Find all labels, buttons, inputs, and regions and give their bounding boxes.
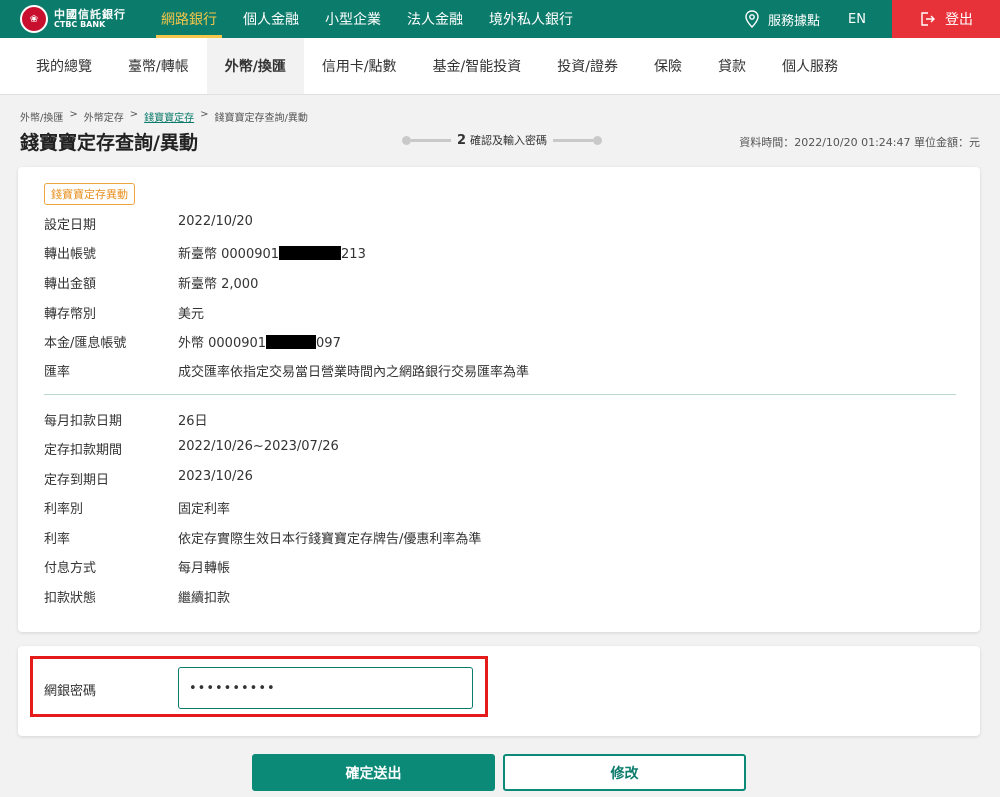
topnav-corporate[interactable]: 法人金融 [394, 0, 476, 38]
brand-name-zh: 中國信託銀行 [54, 8, 126, 22]
breadcrumb-separator: > [69, 109, 78, 120]
logout-label: 登出 [945, 12, 973, 28]
top-nav: 網路銀行 個人金融 小型企業 法人金融 境外私人銀行 [148, 0, 586, 38]
row-value: 26日 [178, 414, 208, 429]
row-label: 轉出金額 [44, 277, 97, 292]
step-line [553, 138, 594, 142]
page-title: 錢寶寶定存查詢/異動 [20, 132, 198, 154]
detail-row: 本金/匯息帳號 外幣 0000901 097 [44, 332, 341, 351]
subnav-securities[interactable]: 投資/證券 [539, 38, 636, 94]
account-prefix: 新臺幣 0000901 [178, 247, 280, 262]
row-value: 成交匯率依指定交易當日營業時間內之網路銀行交易匯率為準 [178, 365, 530, 380]
top-navbar: ❀ 中國信託銀行 CTBC BANK 網路銀行 個人金融 小型企業 法人金融 境… [0, 0, 1000, 38]
row-value: 繼續扣款 [178, 591, 231, 606]
highlight-box [30, 656, 488, 717]
detail-row: 定存扣款期間 2022/10/26~2023/07/26 [44, 439, 339, 458]
branches-label: 服務據點 [768, 13, 821, 29]
row-label: 匯率 [44, 365, 71, 380]
breadcrumb-item: 外幣定存 [83, 113, 124, 124]
subnav-overview[interactable]: 我的總覽 [18, 38, 110, 94]
language-toggle[interactable]: EN [848, 12, 866, 27]
edit-button[interactable]: 修改 [503, 754, 746, 791]
section-tag: 錢寶寶定存異動 [44, 183, 135, 205]
detail-row: 匯率 成交匯率依指定交易當日營業時間內之網路銀行交易匯率為準 [44, 361, 529, 380]
location-pin-icon [745, 10, 759, 28]
detail-row: 利率別 固定利率 [44, 498, 230, 517]
data-timestamp: 資料時間：2022/10/20 01:24:47 單位金額：元 [739, 136, 980, 149]
subnav-foreign-currency[interactable]: 外幣/換匯 [206, 38, 304, 94]
row-value: 美元 [178, 307, 205, 322]
detail-row: 每月扣款日期 26日 [44, 410, 208, 429]
progress-stepper: 2 確認及輸入密碼 [402, 132, 603, 148]
logout-icon [921, 12, 935, 26]
row-label: 轉出帳號 [44, 247, 97, 262]
breadcrumb: 外幣/換匯 > 外幣定存 > 錢寶寶定存 > 錢寶寶定存查詢/異動 [20, 109, 308, 124]
row-value: 每月轉帳 [178, 561, 231, 576]
detail-row: 轉存幣別 美元 [44, 303, 204, 322]
step-dot [402, 135, 411, 145]
breadcrumb-separator: > [129, 109, 139, 120]
row-value: 新臺幣 2,000 [178, 277, 259, 292]
detail-row: 利率 依定存實際生效日本行錢寶寶定存牌告/優惠利率為準 [44, 528, 481, 547]
subnav-twd-transfer[interactable]: 臺幣/轉帳 [110, 38, 207, 94]
account-suffix: 097 [316, 336, 341, 351]
topnav-small-business[interactable]: 小型企業 [312, 0, 394, 38]
row-value: 依定存實際生效日本行錢寶寶定存牌告/優惠利率為準 [178, 532, 482, 547]
detail-row: 設定日期 2022/10/20 [44, 214, 253, 233]
row-label: 定存扣款期間 [44, 443, 123, 458]
ctbc-logo-icon: ❀ [20, 5, 48, 33]
detail-card: 錢寶寶定存異動 設定日期 2022/10/20 轉出帳號 新臺幣 0000901… [18, 167, 980, 632]
breadcrumb-item: 外幣/換匯 [20, 113, 64, 124]
current-step: 2 確認及輸入密碼 [457, 132, 547, 148]
row-value: 固定利率 [178, 502, 231, 517]
row-label: 設定日期 [44, 218, 97, 233]
topnav-private-banking[interactable]: 境外私人銀行 [476, 0, 586, 38]
detail-row: 定存到期日 2023/10/26 [44, 469, 253, 488]
submit-button[interactable]: 確定送出 [252, 754, 495, 791]
topnav-online-banking[interactable]: 網路銀行 [148, 0, 230, 38]
row-value: 外幣 0000901 097 [178, 332, 341, 351]
step-number: 2 [457, 133, 467, 148]
detail-row: 轉出帳號 新臺幣 0000901 213 [44, 243, 366, 262]
account-suffix: 213 [341, 247, 366, 262]
subnav-loans[interactable]: 貸款 [700, 38, 764, 94]
row-label: 定存到期日 [44, 473, 110, 488]
topnav-personal-finance[interactable]: 個人金融 [230, 0, 312, 38]
row-value: 2022/10/20 [178, 214, 253, 229]
brand-logo[interactable]: ❀ 中國信託銀行 CTBC BANK [20, 5, 126, 33]
logout-button[interactable]: 登出 [892, 0, 1000, 38]
breadcrumb-link[interactable]: 錢寶寶定存 [144, 109, 194, 124]
detail-row: 付息方式 每月轉帳 [44, 557, 230, 576]
subnav-credit-card[interactable]: 信用卡/點數 [304, 38, 415, 94]
brand-name-en: CTBC BANK [54, 19, 106, 29]
subnav-funds[interactable]: 基金/智能投資 [415, 38, 540, 94]
subnav-insurance[interactable]: 保險 [636, 38, 700, 94]
redaction-mask [279, 246, 342, 260]
row-label: 本金/匯息帳號 [44, 336, 127, 351]
branches-link[interactable]: 服務據點 [744, 10, 820, 29]
sub-nav: 我的總覽 臺幣/轉帳 外幣/換匯 信用卡/點數 基金/智能投資 投資/證券 保險… [0, 38, 1000, 95]
row-value: 新臺幣 0000901 213 [178, 243, 366, 262]
row-label: 利率 [44, 532, 71, 547]
section-divider [44, 394, 956, 395]
breadcrumb-current: 錢寶寶定存查詢/異動 [214, 113, 308, 124]
step-dot [593, 135, 603, 145]
row-label: 每月扣款日期 [44, 414, 123, 429]
detail-row: 扣款狀態 繼續扣款 [44, 587, 230, 606]
row-label: 利率別 [44, 502, 84, 517]
row-value: 2022/10/26~2023/07/26 [178, 439, 339, 454]
step-line [411, 138, 451, 142]
redaction-mask [266, 335, 317, 349]
subnav-personal-service[interactable]: 個人服務 [764, 38, 856, 94]
step-label: 確認及輸入密碼 [470, 134, 548, 147]
detail-row: 轉出金額 新臺幣 2,000 [44, 273, 258, 292]
breadcrumb-separator: > [200, 109, 209, 120]
account-prefix: 外幣 0000901 [178, 336, 267, 351]
row-label: 付息方式 [44, 561, 97, 576]
row-label: 轉存幣別 [44, 307, 97, 322]
row-value: 2023/10/26 [178, 469, 253, 484]
row-label: 扣款狀態 [44, 591, 97, 606]
